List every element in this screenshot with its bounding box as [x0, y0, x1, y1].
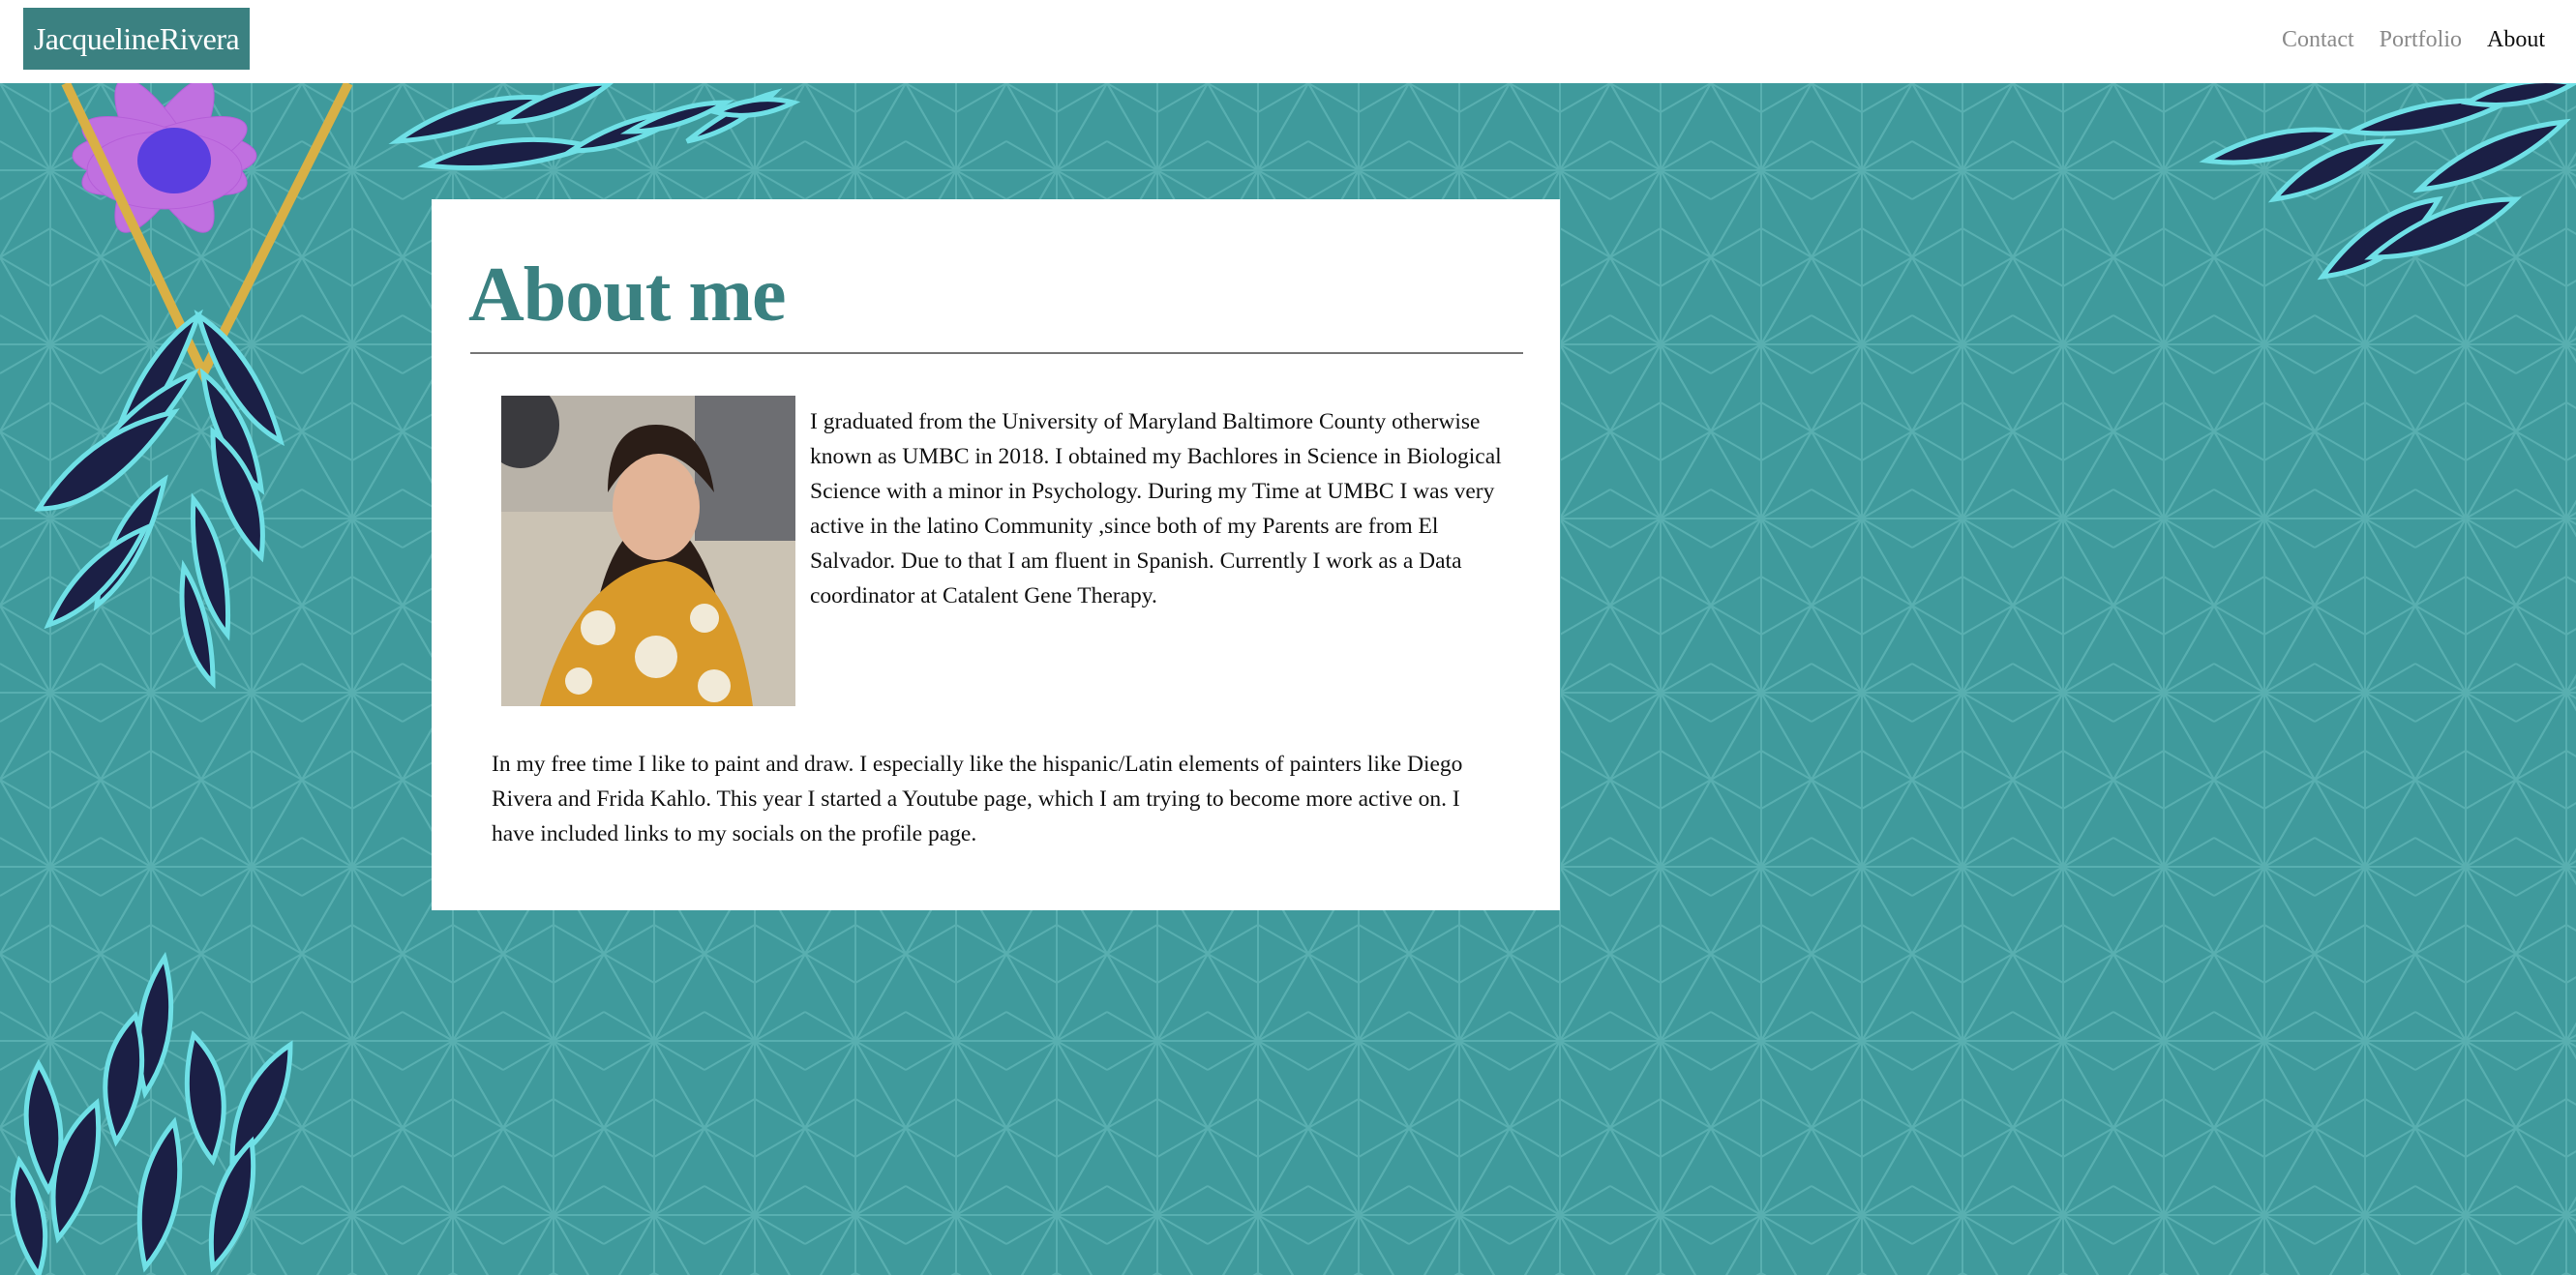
bottom-left-leaf-branch [10, 951, 293, 1275]
bio-paragraph: I graduated from the University of Maryl… [810, 409, 1502, 608]
profile-photo [501, 396, 795, 706]
hobbies-paragraph: In my free time I like to paint and draw… [492, 752, 1463, 846]
nav-link-about[interactable]: About [2487, 27, 2545, 53]
nav-link-portfolio[interactable]: Portfolio [2380, 27, 2462, 53]
top-right-leaf-branch [2199, 83, 2576, 281]
title-divider [470, 352, 1523, 354]
site-logo[interactable]: JacquelineRivera [23, 8, 250, 70]
nav-link-contact[interactable]: Contact [2282, 27, 2354, 53]
top-leaf-branch [388, 83, 801, 170]
flower-triangle-decoration [34, 83, 353, 690]
page-title: About me [468, 252, 787, 338]
top-nav-bar: JacquelineRivera Contact Portfolio About [0, 0, 2576, 83]
about-card: About me I graduated from the University… [432, 199, 1560, 910]
main-nav: Contact Portfolio About [2282, 0, 2545, 79]
